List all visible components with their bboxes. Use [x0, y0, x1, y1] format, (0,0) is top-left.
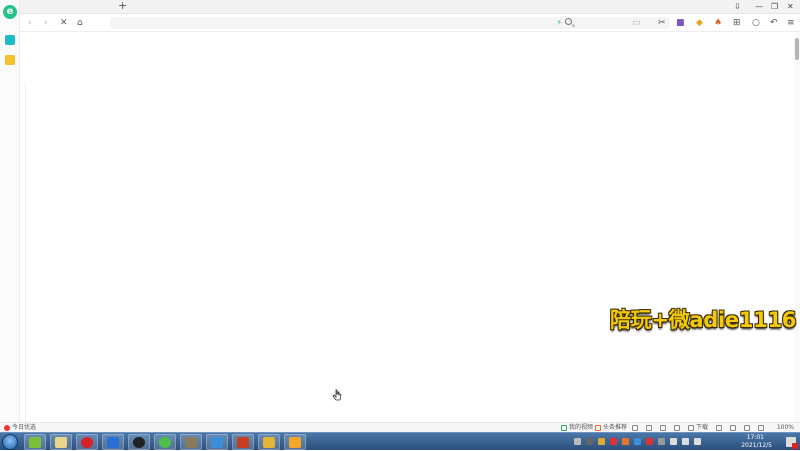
news-label[interactable]: 今日优选: [12, 423, 36, 432]
taskbar-app-blue[interactable]: [206, 434, 228, 450]
tray-app-icon[interactable]: [646, 438, 653, 445]
tray-app-icon[interactable]: [622, 438, 629, 445]
address-bar[interactable]: ⚡ ▾: [110, 17, 576, 29]
undo-icon[interactable]: ↶: [770, 17, 778, 29]
speaker-icon[interactable]: [758, 425, 764, 431]
minimize-button[interactable]: —: [755, 1, 763, 13]
tray-app-icon[interactable]: [670, 438, 677, 445]
download-icon[interactable]: [688, 425, 694, 431]
taskbar-app-netease-music[interactable]: [76, 434, 98, 450]
os-taskbar: 17:01 2021/12/5: [0, 432, 800, 450]
zoom-level[interactable]: 100%: [777, 423, 794, 432]
clock-time[interactable]: 17:01: [747, 434, 764, 442]
video-icon[interactable]: [561, 425, 567, 431]
search-tab-icon[interactable]: ▭: [632, 17, 641, 29]
browser-window: e + ⇩ — ❐ ✕ ‹ › ✕ ⌂ ⚡ ▾ ▭ ✂ ■ ◆ ♠ ⊞ ○ ↶ …: [0, 0, 800, 432]
sidebar-favorites-icon[interactable]: [5, 55, 15, 65]
news-icon[interactable]: [4, 425, 10, 431]
page-content: [20, 32, 794, 422]
notification-icon[interactable]: [786, 437, 798, 449]
status-tool-icon[interactable]: [660, 425, 666, 431]
taskbar-app-explorer[interactable]: [50, 434, 72, 450]
menu-icon[interactable]: ≡: [787, 17, 795, 29]
status-bar: 今日优选 我的视频 头条推荐 下载 100%: [0, 422, 800, 432]
sidebar-tool-icon[interactable]: [5, 35, 15, 45]
tray-app-icon[interactable]: [598, 438, 605, 445]
status-tool-icon[interactable]: [716, 425, 722, 431]
game-icon[interactable]: ♠: [714, 17, 722, 29]
tray-app-icon[interactable]: [586, 438, 593, 445]
clock-date[interactable]: 2021/12/5: [741, 442, 772, 450]
download-link[interactable]: 下载: [696, 423, 708, 432]
download-icon[interactable]: ⇩: [734, 1, 741, 13]
maximize-button[interactable]: ❐: [771, 1, 778, 13]
mouse-cursor-icon: [332, 389, 342, 401]
watermark-text: 陪玩+微adie1116: [610, 308, 797, 332]
status-tool-icon[interactable]: [744, 425, 750, 431]
toolbar: ‹ › ✕ ⌂ ⚡ ▾ ▭ ✂ ■ ◆ ♠ ⊞ ○ ↶ ≡: [20, 14, 800, 32]
scrollbar-thumb[interactable]: [795, 38, 799, 60]
content-divider: [25, 82, 26, 422]
taskbar-app-yellow[interactable]: [284, 434, 306, 450]
browser-logo-icon[interactable]: e: [3, 5, 17, 19]
extension-icon[interactable]: ■: [676, 17, 685, 29]
my-video-link[interactable]: 我的视频: [569, 423, 593, 432]
taskbar-app-game[interactable]: [232, 434, 254, 450]
status-tool-icon[interactable]: [646, 425, 652, 431]
fire-icon[interactable]: [595, 425, 601, 431]
start-button[interactable]: [2, 434, 18, 450]
network-icon[interactable]: [682, 438, 689, 445]
sidebar: e: [0, 0, 20, 422]
search-icon: [565, 18, 572, 25]
taskbar-app-green[interactable]: [154, 434, 176, 450]
taskbar-app-file-manager[interactable]: [24, 434, 46, 450]
system-tray: 17:01 2021/12/5: [570, 433, 800, 451]
tray-expand-icon[interactable]: [574, 438, 581, 445]
status-tool-icon[interactable]: [730, 425, 736, 431]
refresh-icon[interactable]: ○: [752, 17, 760, 29]
back-button[interactable]: ‹: [28, 17, 32, 29]
tray-app-icon[interactable]: [634, 438, 641, 445]
tray-app-icon[interactable]: [610, 438, 617, 445]
forward-button[interactable]: ›: [44, 17, 48, 29]
search-box[interactable]: [562, 17, 670, 29]
home-button[interactable]: ⌂: [77, 17, 83, 29]
tray-app-icon[interactable]: [658, 438, 665, 445]
new-tab-button[interactable]: +: [118, 0, 127, 13]
scissors-icon[interactable]: ✂: [658, 17, 666, 29]
taskbar-app-pin[interactable]: [102, 434, 124, 450]
taskbar-app-cat[interactable]: [258, 434, 280, 450]
close-button[interactable]: ✕: [787, 1, 794, 13]
hot-news-link[interactable]: 头条推荐: [603, 423, 627, 432]
volume-icon[interactable]: [694, 438, 701, 445]
tab-strip: + ⇩ — ❐ ✕: [20, 0, 800, 14]
scrollbar[interactable]: [794, 32, 800, 422]
status-tool-icon[interactable]: [632, 425, 638, 431]
taskbar-app-image[interactable]: [180, 434, 202, 450]
stop-button[interactable]: ✕: [60, 17, 68, 29]
shield-icon[interactable]: ◆: [696, 17, 703, 29]
apps-grid-icon[interactable]: ⊞: [733, 17, 741, 29]
status-tool-icon[interactable]: [674, 425, 680, 431]
taskbar-app-obs[interactable]: [128, 434, 150, 450]
